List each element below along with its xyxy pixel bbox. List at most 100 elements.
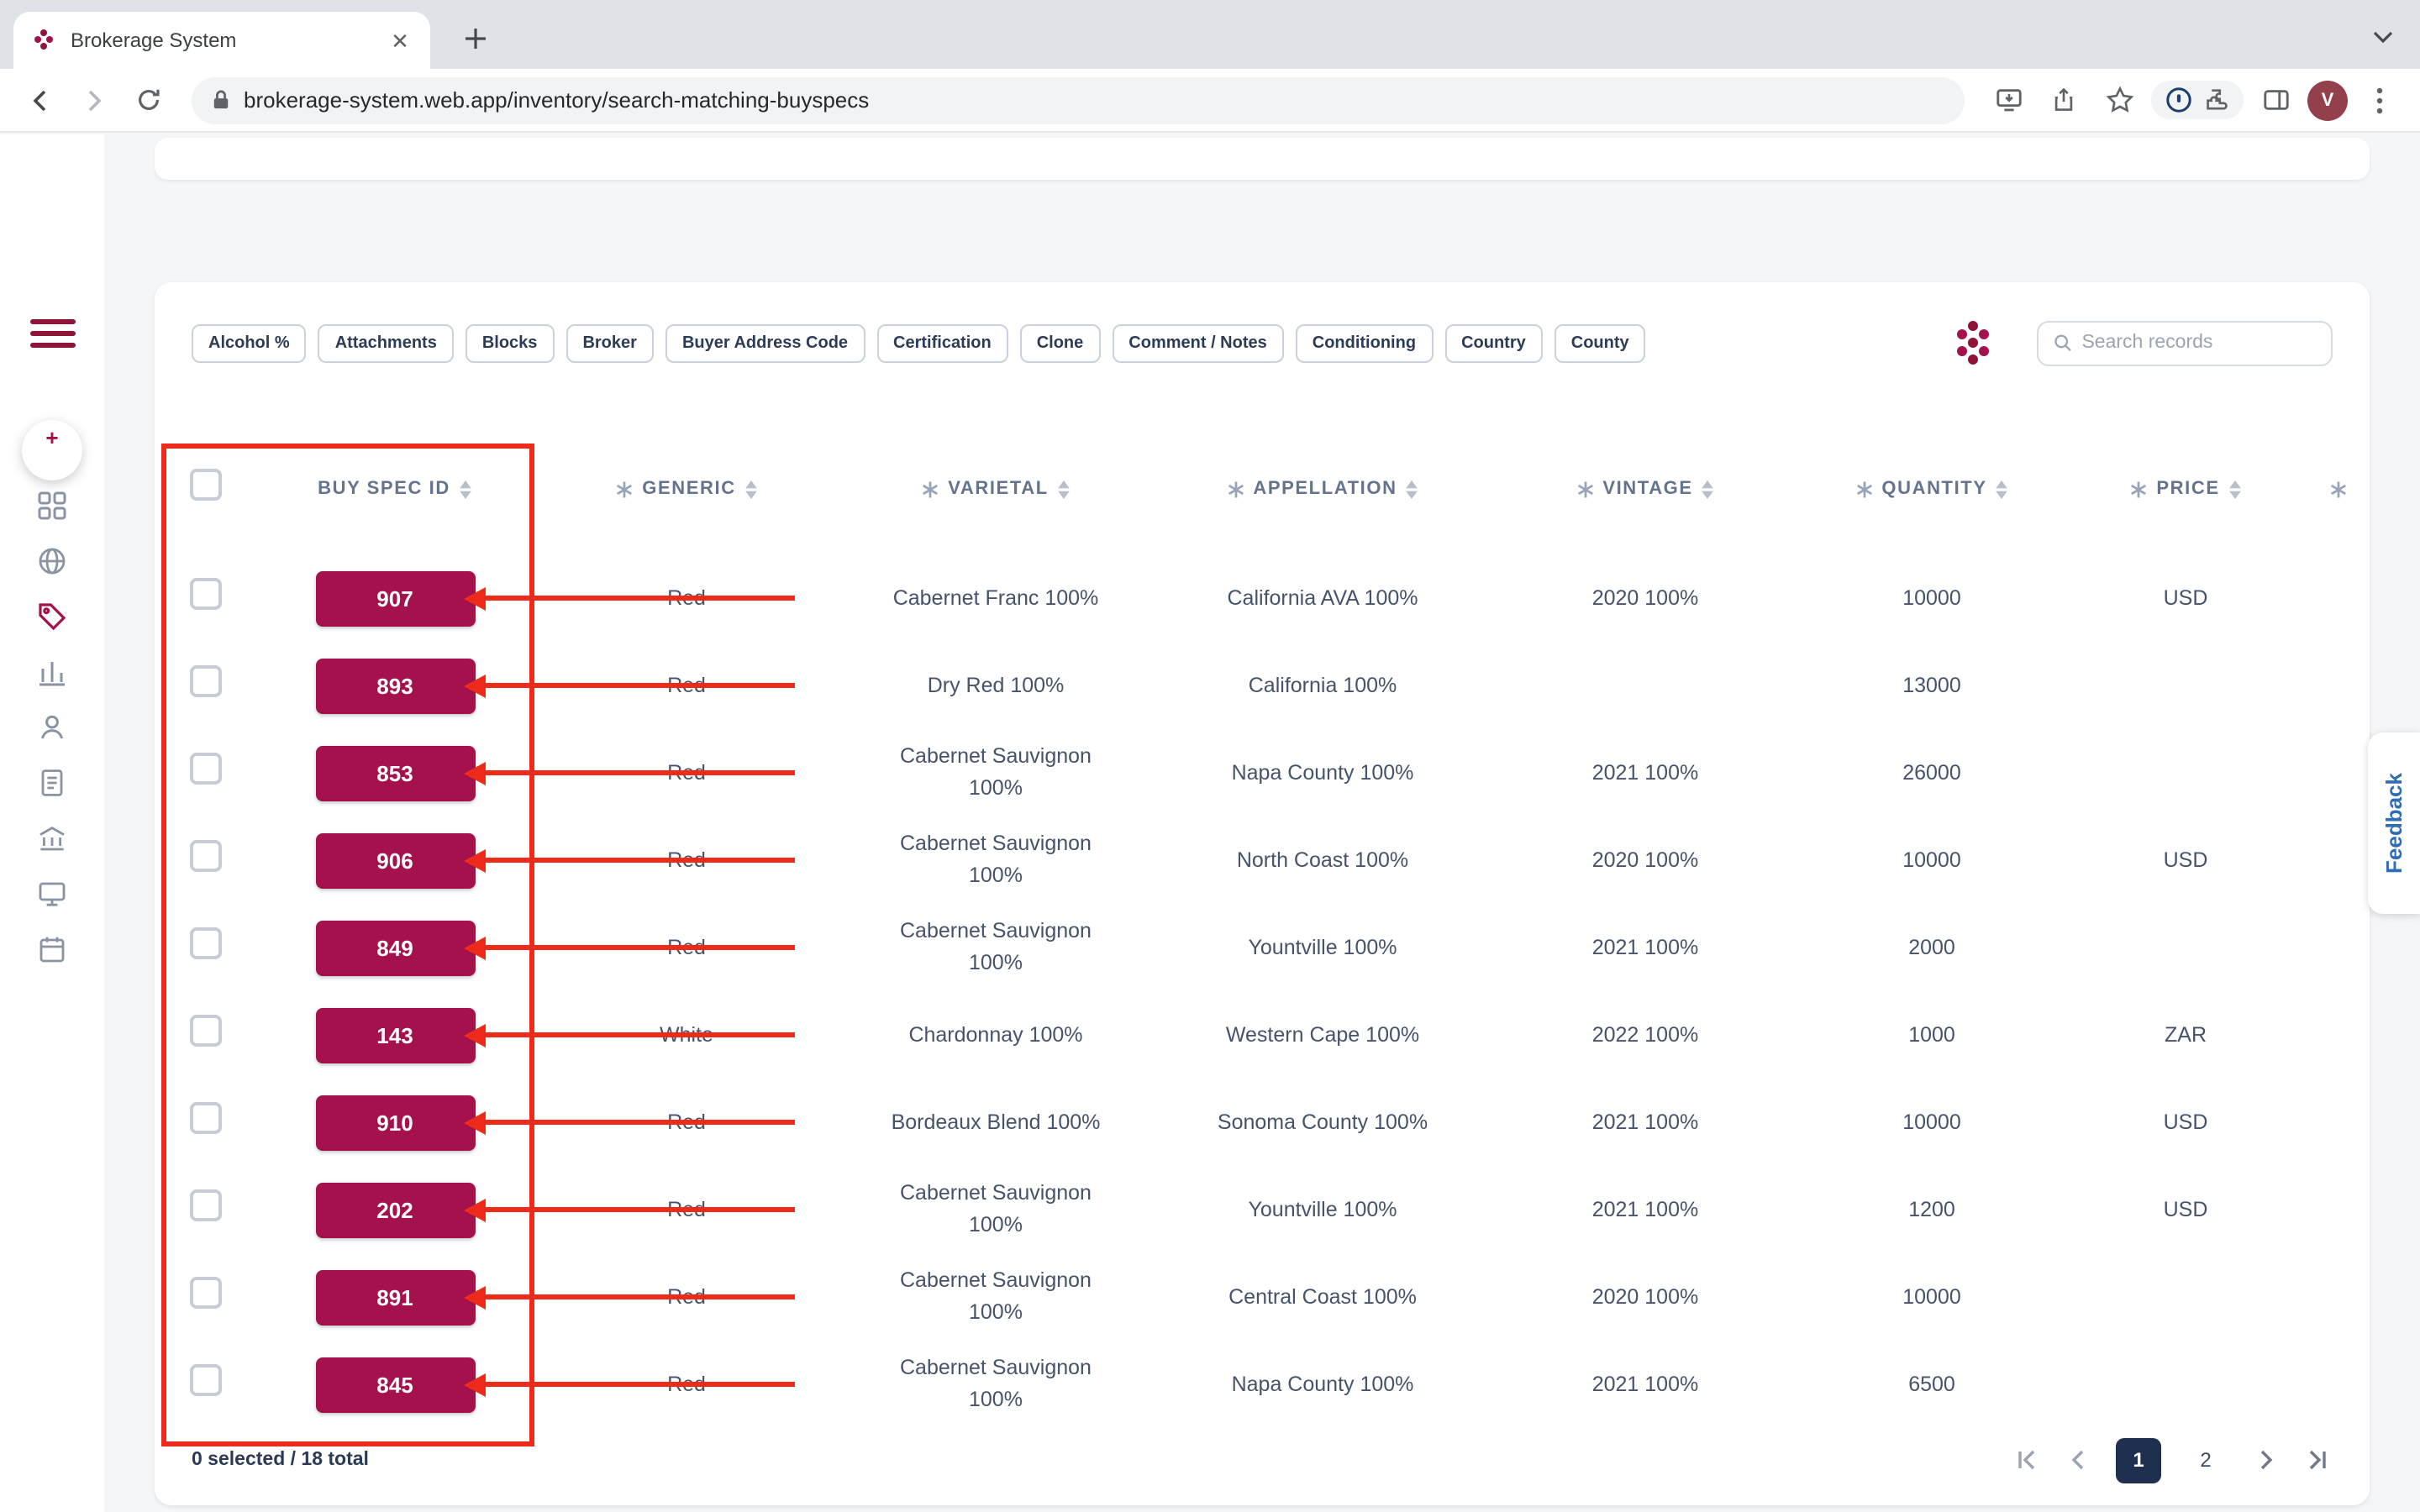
column-header-varietal[interactable]: VARIETAL [839, 479, 1153, 499]
column-header-price[interactable]: PRICE [2065, 479, 2306, 499]
address-bar[interactable]: brokerage-system.web.app/inventory/searc… [192, 76, 1965, 123]
filter-icon[interactable] [1854, 480, 1873, 498]
cell-quantity: 6500 [1908, 1372, 1955, 1396]
document-icon[interactable] [37, 768, 67, 798]
bookmark-star-icon[interactable] [2096, 76, 2143, 123]
sort-icon[interactable] [1406, 480, 1419, 498]
dashboard-icon[interactable] [37, 491, 67, 521]
filter-chip-broker[interactable]: Broker [566, 323, 654, 362]
user-icon[interactable] [37, 712, 67, 743]
row-checkbox[interactable] [189, 1101, 221, 1134]
profile-avatar[interactable]: V [2307, 80, 2348, 120]
cell-varietal: Cabernet Sauvignon 100% [900, 1181, 1092, 1237]
calendar-icon[interactable] [37, 934, 67, 964]
buyspec-id-button[interactable]: 853 [315, 745, 475, 801]
first-page-icon[interactable] [2012, 1445, 2042, 1475]
column-header-appellation[interactable]: APPELLATION [1153, 479, 1492, 499]
buyspec-id-button[interactable]: 910 [315, 1095, 475, 1150]
sort-icon[interactable] [2228, 480, 2242, 498]
sort-icon[interactable] [1702, 480, 1715, 498]
cell-price: USD [2163, 1197, 2208, 1221]
bank-icon[interactable] [37, 823, 67, 853]
filter-chip-alcohol[interactable]: Alcohol % [192, 323, 307, 362]
filter-icon[interactable] [921, 480, 939, 498]
buyspec-id-button[interactable]: 891 [315, 1269, 475, 1325]
last-page-icon[interactable] [2302, 1445, 2333, 1475]
share-icon[interactable] [2040, 76, 2087, 123]
row-checkbox[interactable] [189, 1276, 221, 1309]
filter-chip-blocks[interactable]: Blocks [465, 323, 555, 362]
filter-icon[interactable] [2129, 480, 2148, 498]
filter-icon[interactable] [1226, 480, 1244, 498]
filter-icon[interactable] [1576, 480, 1594, 498]
search-icon [2054, 334, 2071, 351]
row-checkbox[interactable] [189, 1014, 221, 1047]
sort-icon[interactable] [1057, 480, 1071, 498]
column-header-next-partial[interactable] [2306, 480, 2370, 498]
filter-chip-attachments[interactable]: Attachments [318, 323, 454, 362]
column-header-generic[interactable]: GENERIC [534, 479, 839, 499]
side-panel-icon[interactable] [2252, 76, 2299, 123]
filter-chip-county[interactable]: County [1554, 323, 1646, 362]
filter-chip-comment-notes[interactable]: Comment / Notes [1112, 323, 1284, 362]
sort-icon[interactable] [744, 480, 758, 498]
browser-tab[interactable]: Brokerage System ✕ [13, 12, 430, 69]
row-checkbox[interactable] [189, 1189, 221, 1221]
column-header-quantity[interactable]: QUANTITY [1798, 479, 2065, 499]
tab-search-chevron-icon[interactable] [2366, 20, 2400, 54]
new-tab-button[interactable] [457, 20, 494, 57]
row-checkbox[interactable] [189, 927, 221, 959]
menu-icon[interactable] [30, 319, 76, 354]
filter-chip-certification[interactable]: Certification [876, 323, 1008, 362]
buyspec-id-button[interactable]: 143 [315, 1007, 475, 1063]
buyspec-id-button[interactable]: 849 [315, 920, 475, 975]
buyspec-id-button[interactable]: 845 [315, 1357, 475, 1412]
buyspec-id-button[interactable]: 202 [315, 1182, 475, 1237]
selection-summary: 0 selected / 18 total [192, 1450, 369, 1470]
column-header-buy-spec-id[interactable]: BUY SPEC ID [255, 479, 534, 499]
next-page-icon[interactable] [2250, 1445, 2281, 1475]
chart-icon[interactable] [37, 657, 67, 687]
column-header-vintage[interactable]: VINTAGE [1492, 479, 1798, 499]
row-checkbox[interactable] [189, 752, 221, 785]
install-app-icon[interactable] [1985, 76, 2032, 123]
reload-icon[interactable] [124, 76, 171, 123]
cell-vintage: 2021 100% [1591, 1110, 1699, 1134]
forward-icon[interactable] [71, 76, 118, 123]
filter-icon[interactable] [615, 480, 634, 498]
filter-chip-buyer-address-code[interactable]: Buyer Address Code [665, 323, 865, 362]
monitor-icon[interactable] [37, 879, 67, 909]
globe-icon[interactable] [37, 546, 67, 576]
select-all-checkbox[interactable] [189, 468, 221, 501]
cell-appellation: Western Cape 100% [1225, 1022, 1420, 1047]
search-input[interactable] [2081, 333, 2316, 353]
previous-page-icon[interactable] [2064, 1445, 2094, 1475]
row-checkbox[interactable] [189, 1363, 221, 1396]
filter-chip-country[interactable]: Country [1444, 323, 1543, 362]
row-checkbox[interactable] [189, 839, 221, 872]
buyspec-id-button[interactable]: 907 [315, 570, 475, 626]
sort-icon[interactable] [459, 480, 472, 498]
row-checkbox[interactable] [189, 664, 221, 697]
filter-chip-clone[interactable]: Clone [1019, 323, 1101, 362]
page-button-1[interactable]: 1 [2116, 1437, 2161, 1483]
filter-icon[interactable] [2328, 480, 2347, 498]
main-content: Buy Spec matching the Item criteria Alco… [104, 134, 2420, 1512]
feedback-tab[interactable]: Feedback [2368, 732, 2420, 914]
extensions-puzzle-icon[interactable] [2202, 86, 2230, 114]
row-checkbox[interactable] [189, 577, 221, 610]
buyspec-id-button[interactable]: 893 [315, 658, 475, 713]
back-icon[interactable] [17, 76, 64, 123]
add-button[interactable]: + [22, 420, 82, 480]
onepassword-icon[interactable] [2165, 86, 2193, 114]
page-button-2[interactable]: 2 [2183, 1437, 2228, 1483]
cell-generic: Red [667, 848, 706, 872]
browser-menu-icon[interactable] [2356, 76, 2403, 123]
buyspec-id-button[interactable]: 906 [315, 832, 475, 888]
tab-close-icon[interactable]: ✕ [387, 27, 413, 54]
sort-icon[interactable] [1996, 480, 2009, 498]
filter-chip-conditioning[interactable]: Conditioning [1295, 323, 1434, 362]
app-body: + Buy Spec matching the Item criteria Al… [0, 134, 2420, 1512]
tag-icon[interactable] [37, 601, 67, 632]
favicon-grape-icon [34, 29, 53, 50]
